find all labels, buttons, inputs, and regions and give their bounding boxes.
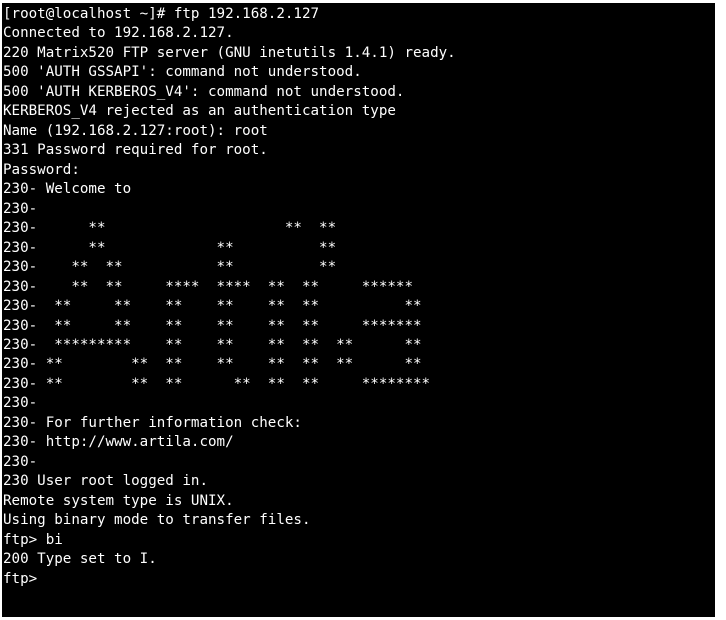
terminal-line-shell-command: [root@localhost ~]# ftp 192.168.2.127 xyxy=(3,6,320,22)
terminal-line-ascii-art: 230- ** ** ** ** ** ** ** ** xyxy=(3,356,422,373)
terminal-line-system-type: Remote system type is UNIX. xyxy=(3,492,234,509)
terminal-line-ascii-art: 230- ** ** ** ** ** ** ** xyxy=(3,298,422,315)
terminal-line-ascii-art: 230- ** ** ** ** ** ** ******* xyxy=(3,317,422,334)
terminal-line-banner: 230- xyxy=(3,453,38,470)
ftp-prompt-text: ftp> xyxy=(3,570,46,587)
terminal-line-ascii-art: 230- ** ** ** ** ** ** ******** xyxy=(3,375,431,392)
text-cursor xyxy=(46,570,55,586)
terminal-line-ftp-prompt[interactable]: ftp> xyxy=(3,570,715,589)
terminal-line-name-prompt: Name (192.168.2.127:root): root xyxy=(3,122,268,139)
terminal-line-ascii-art: 230- ** ** ** ** xyxy=(3,259,337,276)
terminal-line-logged-in: 230 User root logged in. xyxy=(3,473,208,490)
terminal-window: [root@localhost ~]# ftp 192.168.2.127 Co… xyxy=(0,0,726,620)
terminal-line-auth-kerberos: 500 'AUTH KERBEROS_V4': command not unde… xyxy=(3,83,405,100)
terminal-line-password-required: 331 Password required for root. xyxy=(3,142,268,159)
terminal-line-ftp-command: ftp> bi xyxy=(3,531,63,548)
terminal-line-ascii-art: 230- ********* ** ** ** ** ** ** xyxy=(3,336,422,353)
terminal-line-ascii-art: 230- ** ** ** xyxy=(3,220,337,237)
terminal-line-ascii-art: 230- ** ** ** xyxy=(3,239,337,256)
terminal-line-banner: 230- xyxy=(3,200,38,217)
terminal-line-type-set: 200 Type set to I. xyxy=(3,551,157,568)
terminal-line-server-banner: 220 Matrix520 FTP server (GNU inetutils … xyxy=(3,44,456,61)
terminal-line-binary-mode: Using binary mode to transfer files. xyxy=(3,512,311,529)
terminal-line-auth-gssapi: 500 'AUTH GSSAPI': command not understoo… xyxy=(3,64,362,81)
terminal-line-connected: Connected to 192.168.2.127. xyxy=(3,25,234,42)
terminal-line-welcome: 230- Welcome to xyxy=(3,181,132,198)
terminal-line-url: 230- http://www.artila.com/ xyxy=(3,434,234,451)
terminal-line-password-prompt: Password: xyxy=(3,161,80,178)
terminal-line-ascii-art: 230- ** ** **** **** ** ** ****** xyxy=(3,278,413,295)
terminal-line-info-check: 230- For further information check: xyxy=(3,414,302,431)
terminal-screen[interactable]: [root@localhost ~]# ftp 192.168.2.127 Co… xyxy=(2,3,715,617)
terminal-line-kerberos-rejected: KERBEROS_V4 rejected as an authenticatio… xyxy=(3,103,396,120)
terminal-line-banner: 230- xyxy=(3,395,38,412)
